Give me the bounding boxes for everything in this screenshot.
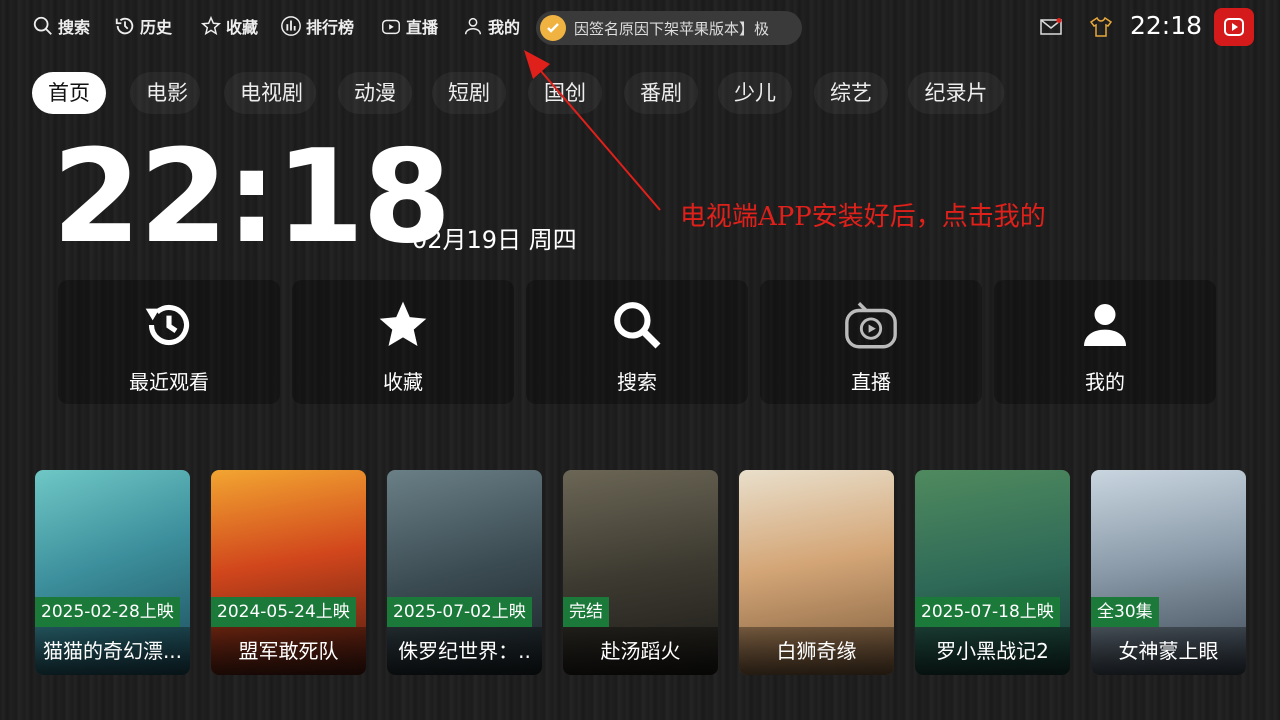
movie-title: 赴汤蹈火 (563, 627, 718, 675)
quick-live-button[interactable]: 直播 (760, 280, 982, 404)
quick-mine-label: 我的 (1085, 370, 1125, 394)
movie-title: 女神蒙上眼 (1091, 627, 1246, 675)
release-badge: 全30集 (1091, 597, 1159, 627)
movie-card[interactable]: 2024-05-24上映 盟军敢死队 (211, 470, 366, 675)
movie-card[interactable]: 2025-07-18上映 罗小黑战记2 (915, 470, 1070, 675)
quick-live-label: 直播 (851, 370, 891, 394)
movie-title: 罗小黑战记2 (915, 627, 1070, 675)
movie-title: 白狮奇缘 (739, 627, 894, 675)
movie-card[interactable]: 2025-07-02上映 侏罗纪世界：.. (387, 470, 542, 675)
star-icon (374, 296, 432, 354)
quick-search-label: 搜索 (617, 370, 657, 394)
release-badge: 2025-07-18上映 (915, 597, 1060, 627)
search-icon (608, 296, 666, 354)
quick-recent-button[interactable]: 最近观看 (58, 280, 280, 404)
movie-card[interactable]: 2025-02-28上映 猫猫的奇幻漂... (35, 470, 190, 675)
movie-title: 侏罗纪世界：.. (387, 627, 542, 675)
annotation-text: 电视端APP安装好后，点击我的 (680, 202, 1046, 232)
user-icon (1076, 296, 1134, 354)
release-badge: 2025-07-02上映 (387, 597, 532, 627)
movie-card[interactable]: 完结 赴汤蹈火 (563, 470, 718, 675)
quick-favorites-button[interactable]: 收藏 (292, 280, 514, 404)
release-badge: 2025-02-28上映 (35, 597, 180, 627)
release-badge: 2024-05-24上映 (211, 597, 356, 627)
movie-title: 盟军敢死队 (211, 627, 366, 675)
tv-play-icon (842, 296, 900, 354)
release-badge: 完结 (563, 597, 609, 627)
quick-mine-button[interactable]: 我的 (994, 280, 1216, 404)
quick-favorites-label: 收藏 (383, 370, 423, 394)
quick-search-button[interactable]: 搜索 (526, 280, 748, 404)
movie-card[interactable]: 白狮奇缘 (739, 470, 894, 675)
movie-title: 猫猫的奇幻漂... (35, 627, 190, 675)
history-icon (140, 296, 198, 354)
movie-card[interactable]: 全30集 女神蒙上眼 (1091, 470, 1246, 675)
quick-recent-label: 最近观看 (129, 370, 209, 394)
